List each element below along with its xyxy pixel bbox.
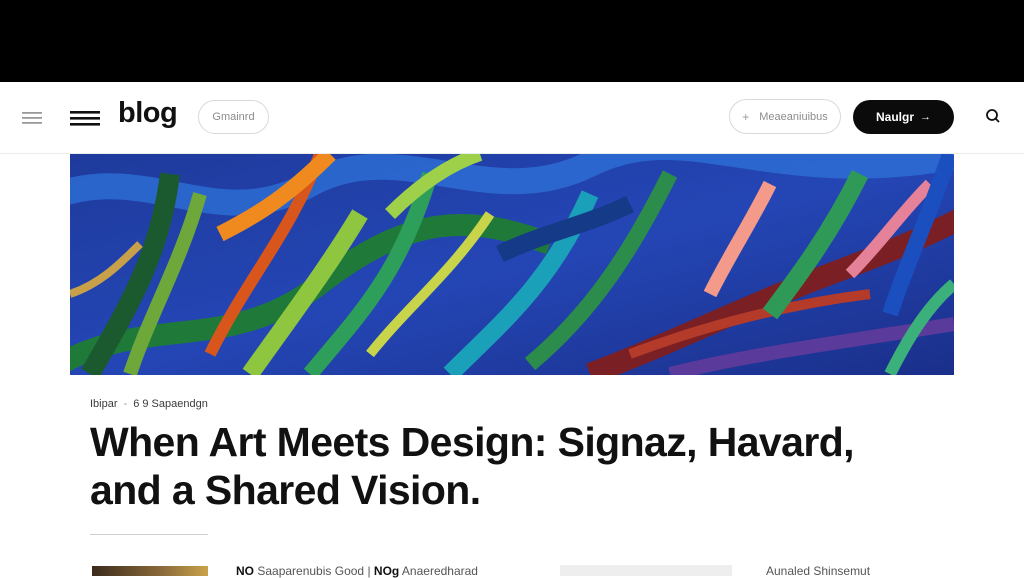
- menu-icon[interactable]: [70, 109, 100, 127]
- cta-button[interactable]: Naulgr →: [853, 100, 954, 134]
- category-pill[interactable]: Gmainrd: [198, 100, 269, 134]
- hero-image: [70, 154, 954, 375]
- article-meta: Ibipar - 6 9 Sapaendgn: [90, 398, 208, 410]
- cta-label: Naulgr: [875, 110, 914, 124]
- newsletter-pill[interactable]: + Meaeaniuibus: [729, 99, 841, 134]
- plus-icon: +: [742, 109, 750, 124]
- hamburger-icon[interactable]: [22, 110, 42, 126]
- related-thumbnail[interactable]: [560, 565, 732, 576]
- site-logo[interactable]: blog: [118, 97, 178, 130]
- site-header: blog Gmainrd + Meaeaniuibus Naulgr →: [0, 82, 1024, 154]
- search-icon[interactable]: [985, 108, 1001, 124]
- newsletter-label: Meaeaniuibus: [759, 110, 828, 123]
- author-thumbnail: [92, 566, 208, 576]
- meta-author[interactable]: Ibipar: [90, 398, 118, 410]
- arrow-right-icon: →: [920, 111, 931, 123]
- article-title-line-1: When Art Meets Design: Signaz, Havard,: [90, 419, 855, 465]
- title-divider: [90, 534, 208, 535]
- meta-read-time: 6 9 Sapaendgn: [133, 398, 208, 410]
- meta-separator: -: [123, 398, 128, 410]
- article-title-line-2: and a Shared Vision.: [90, 467, 481, 513]
- article-title: When Art Meets Design: Signaz, Havard, a…: [90, 418, 950, 514]
- top-black-bar: [0, 0, 1024, 82]
